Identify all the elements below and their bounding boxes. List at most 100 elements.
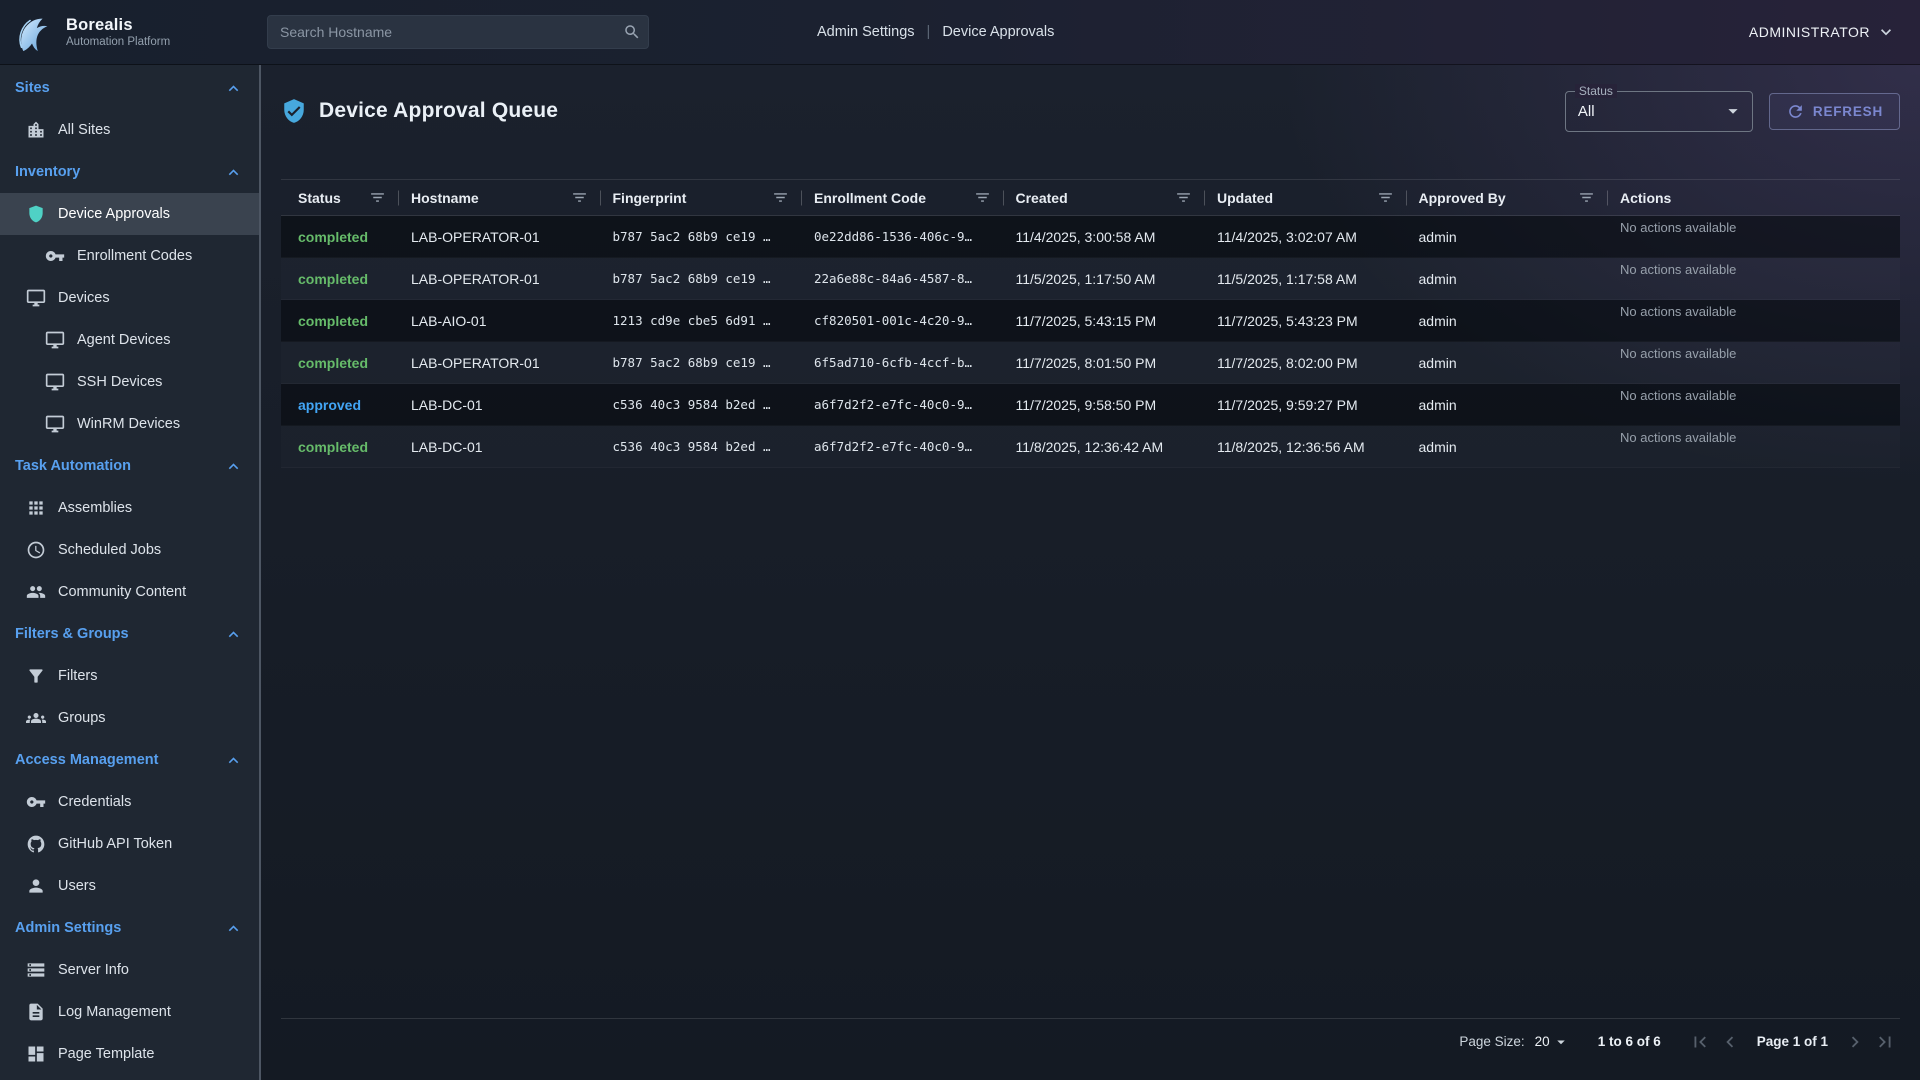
sidebar-item-server-info[interactable]: Server Info	[0, 949, 259, 991]
chevron-up-icon	[224, 751, 243, 770]
column-header-status[interactable]: Status	[281, 180, 399, 215]
previous-page-button[interactable]	[1719, 1031, 1741, 1053]
sidebar-item-label: Groups	[58, 710, 106, 726]
sidebar-section-inventory[interactable]: Inventory	[0, 151, 259, 193]
sidebar-item-log-management[interactable]: Log Management	[0, 991, 259, 1033]
first-page-icon	[1689, 1031, 1711, 1053]
sidebar-section-access-management[interactable]: Access Management	[0, 739, 259, 781]
sidebar-item-label: Devices	[58, 290, 110, 306]
sidebar-section-task-automation[interactable]: Task Automation	[0, 445, 259, 487]
column-header-label: Actions	[1620, 190, 1671, 206]
column-header-created[interactable]: Created	[1004, 180, 1206, 215]
first-page-button[interactable]	[1689, 1031, 1711, 1053]
table-row[interactable]: approvedLAB-DC-01c536 40c3 9584 b2ed …a6…	[281, 384, 1900, 426]
chevron-left-icon	[1719, 1031, 1741, 1053]
sidebar-item-label: Community Content	[58, 584, 186, 600]
sidebar-item-users[interactable]: Users	[0, 865, 259, 907]
apps-icon	[26, 498, 46, 518]
sidebar-section-admin-settings[interactable]: Admin Settings	[0, 907, 259, 949]
user-menu[interactable]: ADMINISTRATOR	[1749, 22, 1896, 42]
page-size-label: Page Size:	[1459, 1034, 1524, 1049]
column-header-approved-by[interactable]: Approved By	[1407, 180, 1609, 215]
search-icon	[623, 23, 641, 41]
cell-actions: No actions available	[1608, 258, 1900, 299]
column-header-enrollment-code[interactable]: Enrollment Code	[802, 180, 1004, 215]
groups-icon	[26, 708, 46, 728]
sidebar-item-enrollment-codes[interactable]: Enrollment Codes	[0, 235, 259, 277]
cell-fingerprint: c536 40c3 9584 b2ed …	[601, 384, 803, 425]
search-box	[267, 15, 649, 49]
cell-updated: 11/5/2025, 1:17:58 AM	[1205, 258, 1407, 299]
sidebar-item-community-content[interactable]: Community Content	[0, 571, 259, 613]
sidebar-item-scheduled-jobs[interactable]: Scheduled Jobs	[0, 529, 259, 571]
sidebar-item-filters[interactable]: Filters	[0, 655, 259, 697]
sidebar-item-all-sites[interactable]: All Sites	[0, 109, 259, 151]
column-header-hostname[interactable]: Hostname	[399, 180, 601, 215]
brand-name: Borealis	[66, 16, 170, 35]
cell-approved_by: admin	[1407, 258, 1609, 299]
refresh-icon	[1786, 102, 1805, 121]
column-filter-button[interactable]	[369, 189, 386, 206]
cell-created: 11/5/2025, 1:17:50 AM	[1004, 258, 1206, 299]
sidebar-item-ssh-devices[interactable]: SSH Devices	[0, 361, 259, 403]
status-filter-select[interactable]: Status All	[1565, 91, 1753, 132]
table-row[interactable]: completedLAB-DC-01c536 40c3 9584 b2ed …a…	[281, 426, 1900, 468]
sidebar-item-winrm-devices[interactable]: WinRM Devices	[0, 403, 259, 445]
sidebar-item-groups[interactable]: Groups	[0, 697, 259, 739]
column-filter-button[interactable]	[571, 189, 588, 206]
last-page-button[interactable]	[1874, 1031, 1896, 1053]
sidebar-item-label: Agent Devices	[77, 332, 171, 348]
breadcrumb-admin-settings[interactable]: Admin Settings	[817, 24, 915, 40]
sidebar-item-agent-devices[interactable]: Agent Devices	[0, 319, 259, 361]
sidebar-item-label: Server Info	[58, 962, 129, 978]
column-filter-button[interactable]	[1175, 189, 1192, 206]
clock-icon	[26, 540, 46, 560]
table-row[interactable]: completedLAB-OPERATOR-01b787 5ac2 68b9 c…	[281, 258, 1900, 300]
column-header-actions[interactable]: Actions	[1608, 180, 1900, 215]
table-header-row: StatusHostnameFingerprintEnrollment Code…	[281, 179, 1900, 216]
sidebar-item-device-approvals[interactable]: Device Approvals	[0, 193, 259, 235]
column-header-updated[interactable]: Updated	[1205, 180, 1407, 215]
cell-status: completed	[281, 300, 399, 341]
table-row[interactable]: completedLAB-AIO-011213 cd9e cbe5 6d91 ……	[281, 300, 1900, 342]
desktop-icon	[26, 288, 46, 308]
cell-created: 11/4/2025, 3:00:58 AM	[1004, 216, 1206, 257]
cell-hostname: LAB-AIO-01	[399, 300, 601, 341]
page-size-select[interactable]: 20	[1535, 1033, 1570, 1051]
table-row[interactable]: completedLAB-OPERATOR-01b787 5ac2 68b9 c…	[281, 216, 1900, 258]
column-filter-button[interactable]	[1578, 189, 1595, 206]
column-filter-button[interactable]	[974, 189, 991, 206]
chevron-up-icon	[224, 457, 243, 476]
table-row[interactable]: completedLAB-OPERATOR-01b787 5ac2 68b9 c…	[281, 342, 1900, 384]
search-input[interactable]	[267, 15, 649, 49]
sidebar-item-assemblies[interactable]: Assemblies	[0, 487, 259, 529]
sidebar-item-devices[interactable]: Devices	[0, 277, 259, 319]
cell-actions: No actions available	[1608, 300, 1900, 341]
refresh-button[interactable]: REFRESH	[1769, 93, 1900, 130]
arrow-drop-down-icon	[1722, 100, 1744, 122]
refresh-button-label: REFRESH	[1813, 104, 1883, 119]
column-header-label: Updated	[1217, 190, 1273, 206]
sidebar-item-page-template[interactable]: Page Template	[0, 1033, 259, 1075]
cell-created: 11/7/2025, 8:01:50 PM	[1004, 342, 1206, 383]
search-icon	[623, 23, 641, 41]
sidebar-section-sites[interactable]: Sites	[0, 67, 259, 109]
cell-status: completed	[281, 258, 399, 299]
chevron-up-icon	[224, 79, 243, 98]
breadcrumb-device-approvals[interactable]: Device Approvals	[942, 24, 1054, 40]
sidebar-item-label: GitHub API Token	[58, 836, 172, 852]
sidebar-section-label: Filters & Groups	[15, 626, 129, 642]
column-filter-button[interactable]	[1377, 189, 1394, 206]
sidebar-item-github-api-token[interactable]: GitHub API Token	[0, 823, 259, 865]
chevron-up-icon	[224, 625, 243, 644]
sidebar-item-credentials[interactable]: Credentials	[0, 781, 259, 823]
dashboard-icon	[26, 1044, 46, 1064]
column-header-fingerprint[interactable]: Fingerprint	[601, 180, 803, 215]
cell-approved_by: admin	[1407, 300, 1609, 341]
next-page-button[interactable]	[1844, 1031, 1866, 1053]
filter-list-icon	[1578, 189, 1595, 206]
last-page-icon	[1874, 1031, 1896, 1053]
app-root: Borealis Automation Platform Admin Setti…	[0, 0, 1920, 1080]
sidebar-section-filters-groups[interactable]: Filters & Groups	[0, 613, 259, 655]
column-filter-button[interactable]	[772, 189, 789, 206]
